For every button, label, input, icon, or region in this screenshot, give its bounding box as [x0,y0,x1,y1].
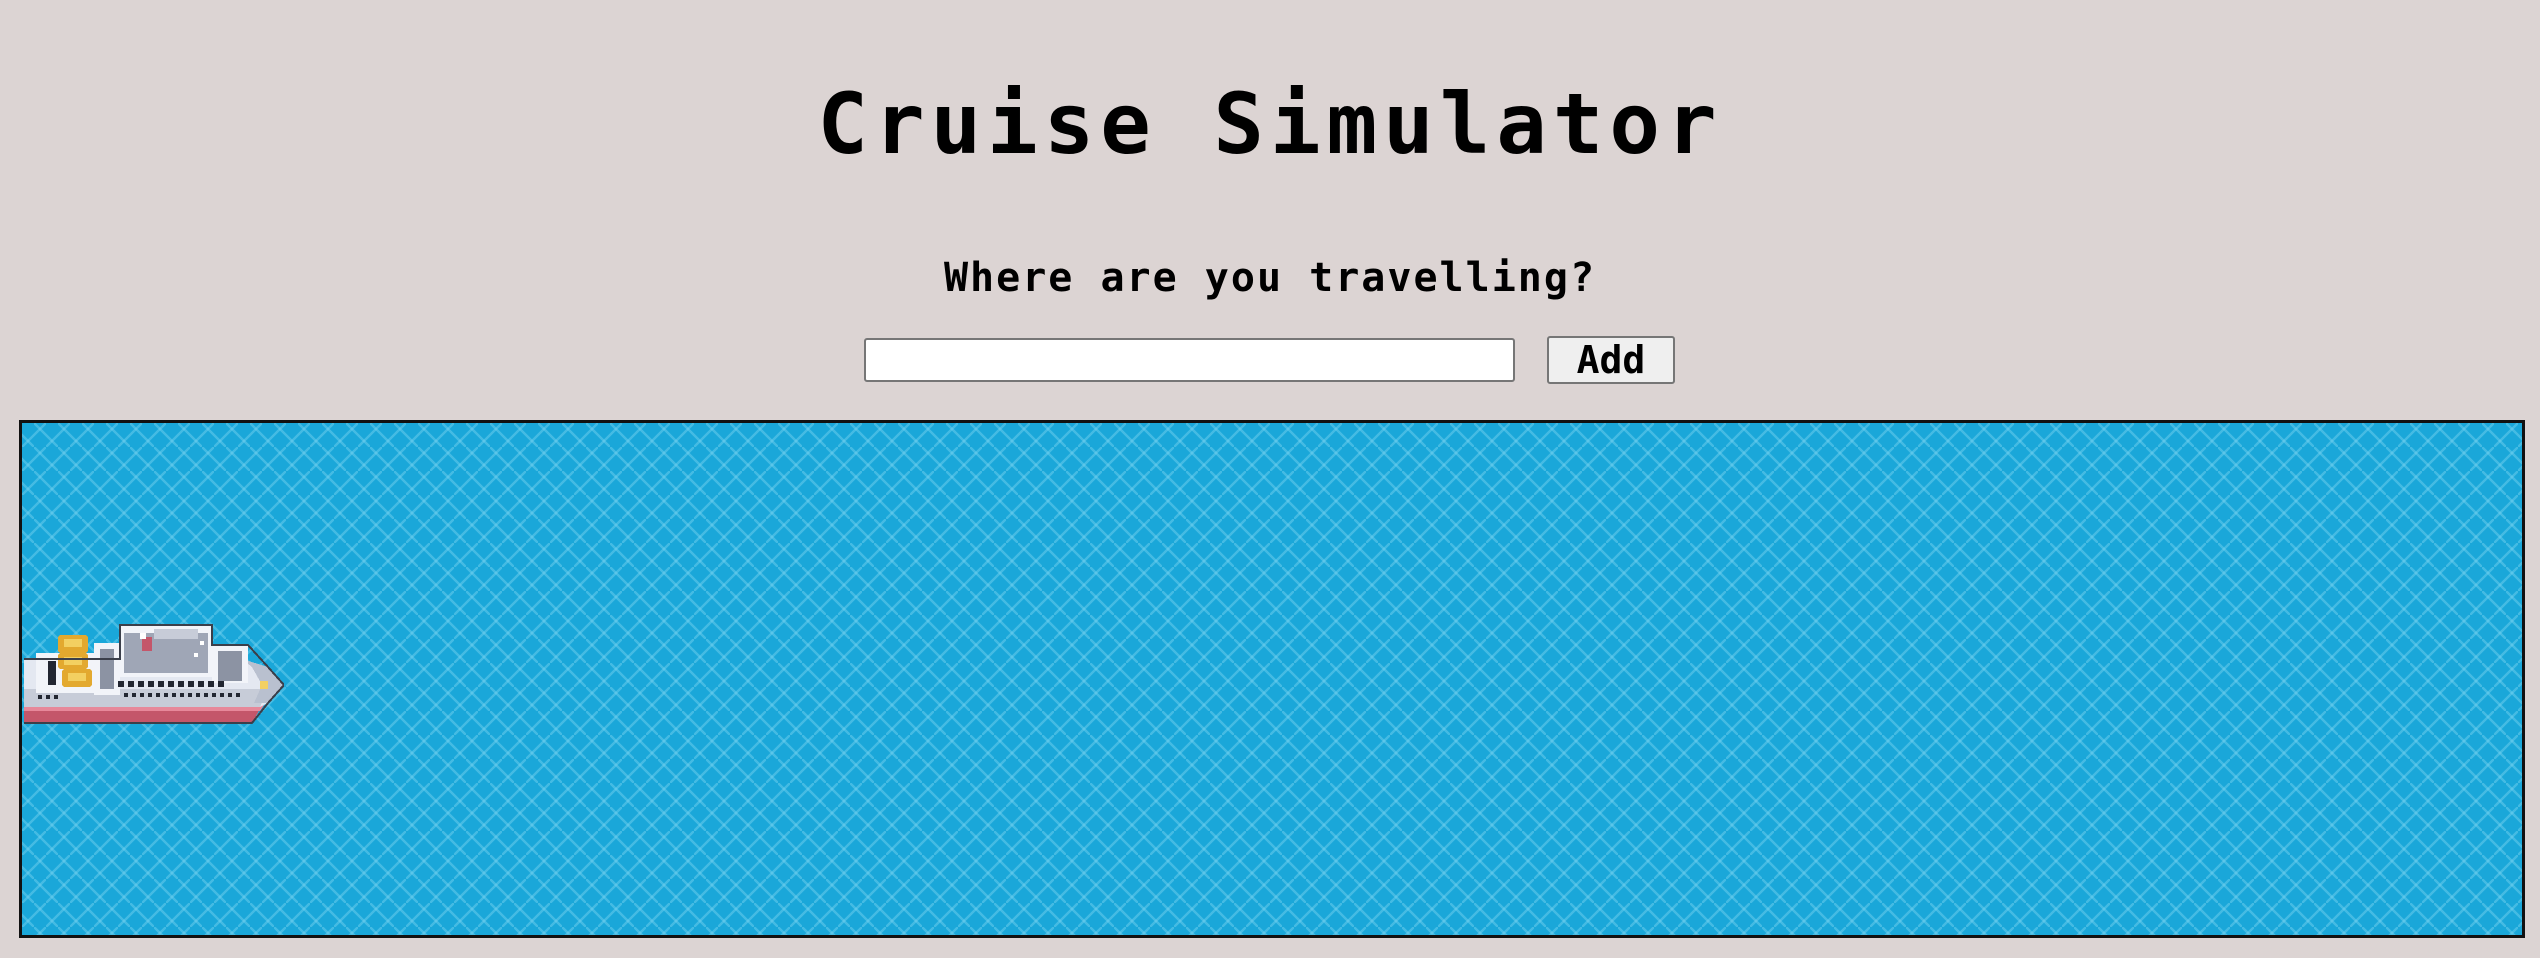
destination-form: Add [864,335,1675,385]
ocean-canvas [19,420,2525,938]
page-title: Cruise Simulator [817,75,1723,174]
destination-input[interactable] [864,338,1515,382]
add-button[interactable]: Add [1547,336,1675,384]
cruise-simulator-page: Cruise Simulator Where are you travellin… [0,0,2540,958]
destination-prompt: Where are you travelling? [943,255,1597,301]
cruise-ship-icon [24,624,284,724]
